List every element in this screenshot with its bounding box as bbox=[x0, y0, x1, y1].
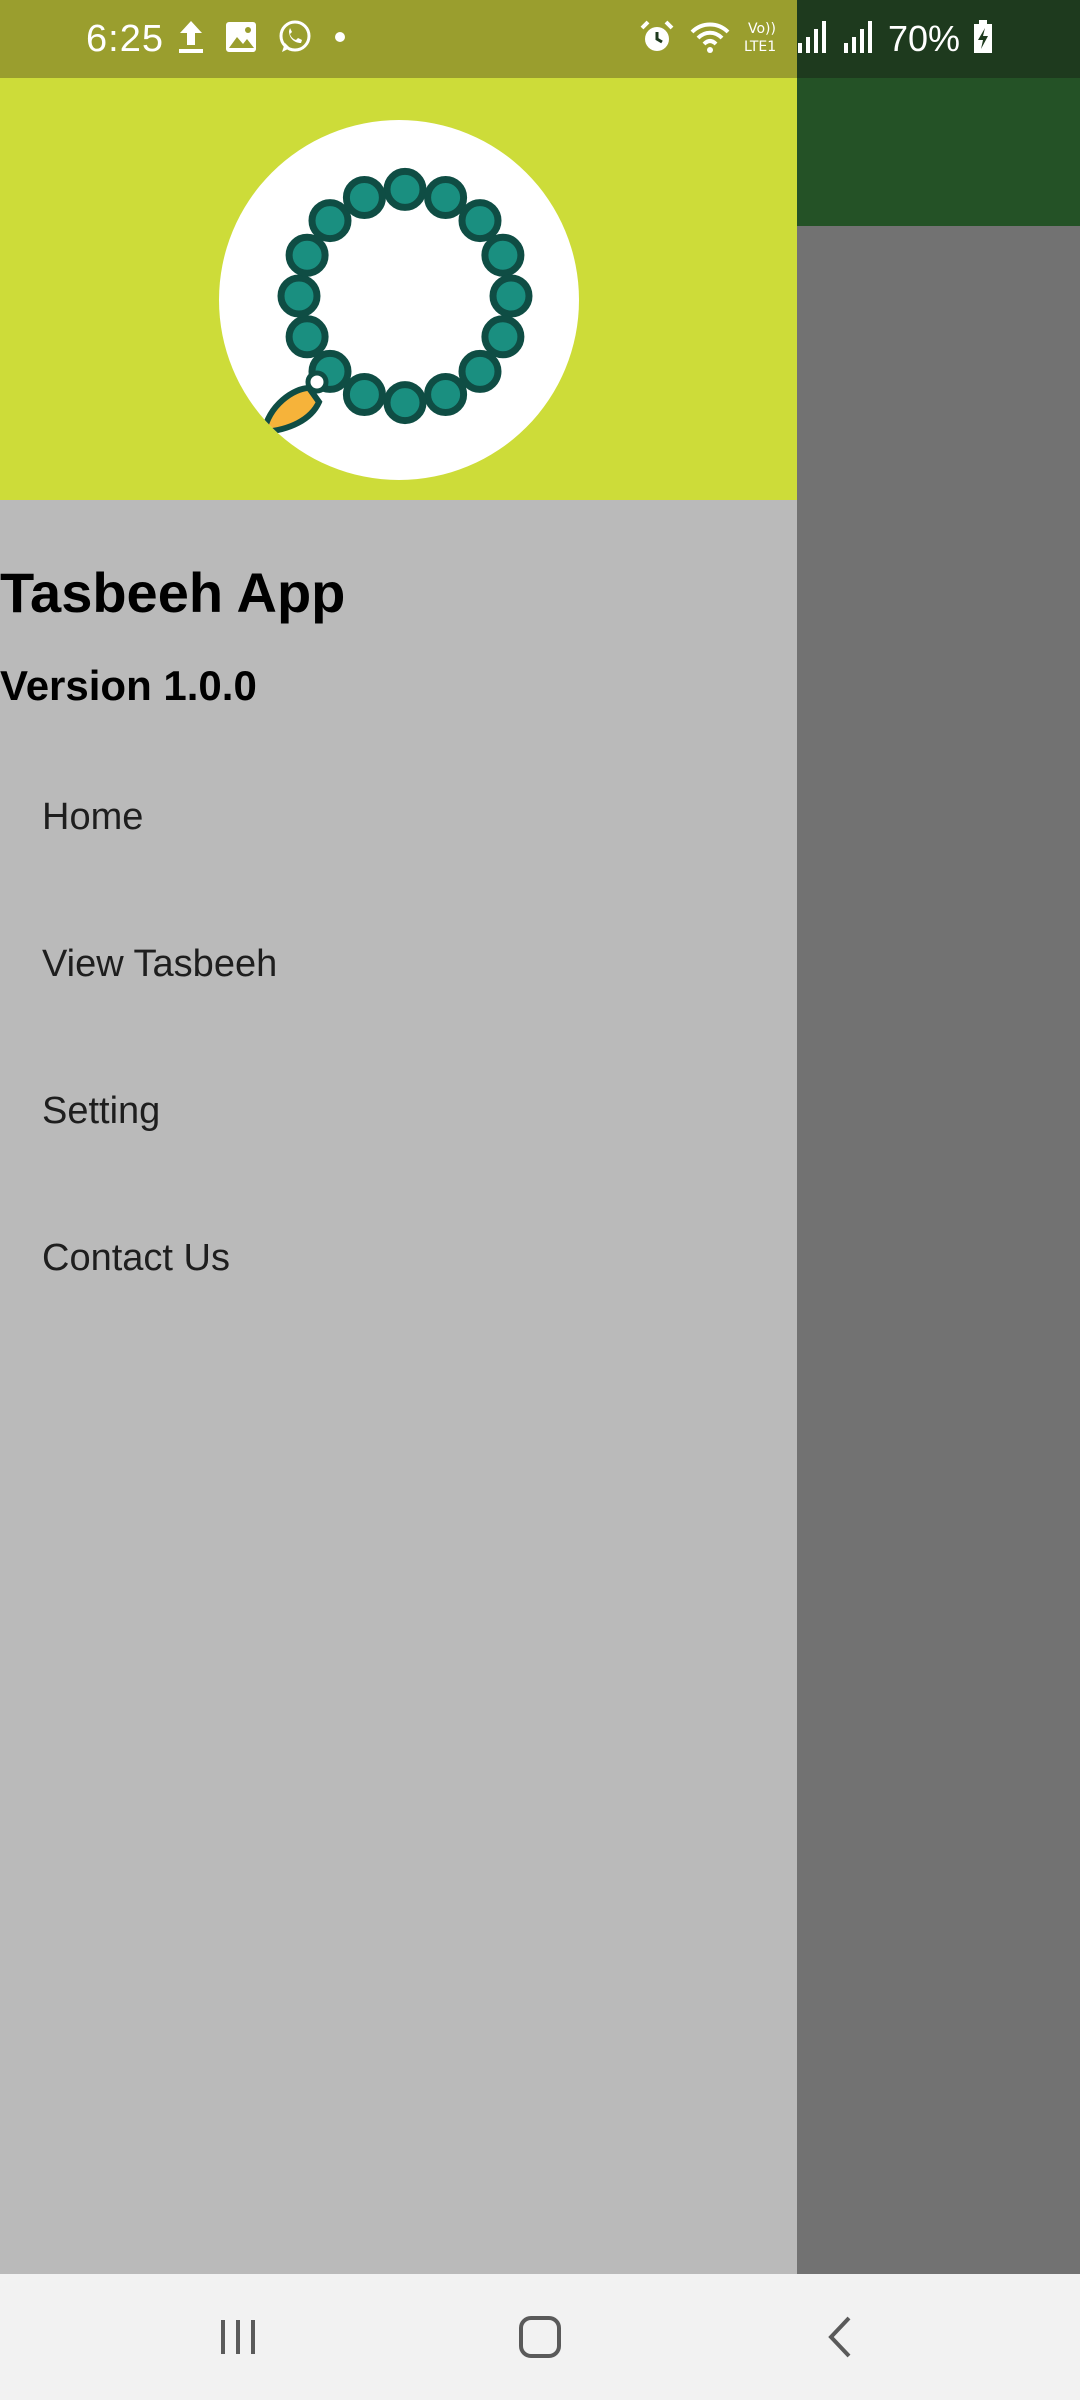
bead bbox=[481, 233, 525, 277]
home-icon bbox=[519, 2316, 561, 2358]
status-icons-left bbox=[176, 18, 348, 61]
bead bbox=[424, 176, 468, 219]
back-icon bbox=[828, 2316, 851, 2358]
drawer-item-view-tasbeeh[interactable]: View Tasbeeh bbox=[0, 905, 797, 1052]
bead bbox=[424, 373, 468, 416]
signal-icon bbox=[842, 19, 876, 60]
back-button[interactable] bbox=[807, 2302, 877, 2372]
gallery-icon bbox=[224, 20, 258, 59]
bead bbox=[458, 199, 502, 243]
status-bar: 6:25 Vo)) LTE1 70% bbox=[0, 0, 1080, 78]
alarm-icon bbox=[638, 18, 676, 61]
whatsapp-icon bbox=[276, 18, 314, 61]
battery-charging-icon bbox=[972, 19, 994, 60]
bead bbox=[277, 274, 321, 318]
bead bbox=[285, 315, 329, 359]
drawer-item-contact-us[interactable]: Contact Us bbox=[0, 1199, 797, 1346]
drawer-item-label: Contact Us bbox=[42, 1237, 230, 1279]
drawer-scrim[interactable] bbox=[797, 226, 1080, 2274]
drawer-item-label: Setting bbox=[42, 1090, 161, 1132]
signal-icon bbox=[796, 19, 830, 60]
tasbeeh-beads-icon bbox=[260, 167, 533, 436]
bead bbox=[383, 381, 427, 425]
status-time: 6:25 bbox=[86, 18, 164, 60]
svg-text:Vo)): Vo)) bbox=[748, 21, 776, 37]
battery-percent: 70% bbox=[887, 18, 960, 59]
app-title: Tasbeeh App bbox=[0, 561, 346, 624]
navigation-drawer: Tasbeeh App Version 1.0.0 Home View Tasb… bbox=[0, 78, 797, 2274]
drawer-header bbox=[0, 78, 797, 500]
upload-icon bbox=[176, 18, 206, 61]
bead bbox=[285, 233, 329, 277]
drawer-item-label: Home bbox=[42, 796, 144, 838]
bead bbox=[383, 167, 427, 211]
drawer-menu: Home View Tasbeeh Setting Contact Us bbox=[0, 758, 797, 1346]
bead bbox=[458, 349, 502, 393]
bead bbox=[481, 315, 525, 359]
screen: 6:25 Vo)) LTE1 70% Tasbeeh App Version 1… bbox=[0, 0, 1080, 2400]
drawer-item-setting[interactable]: Setting bbox=[0, 1052, 797, 1199]
app-version: Version 1.0.0 bbox=[0, 662, 257, 709]
bead bbox=[342, 373, 386, 416]
home-button[interactable] bbox=[505, 2302, 575, 2372]
wifi-icon bbox=[688, 18, 732, 61]
dot-icon bbox=[332, 29, 348, 50]
bead bbox=[489, 274, 533, 318]
tassel bbox=[260, 384, 323, 436]
status-icons-right: Vo)) LTE1 70% bbox=[638, 14, 994, 64]
system-nav-bar bbox=[0, 2274, 1080, 2400]
avatar bbox=[219, 120, 579, 480]
svg-text:LTE1: LTE1 bbox=[744, 39, 776, 55]
volte-icon: Vo)) LTE1 bbox=[744, 17, 784, 62]
recent-apps-icon bbox=[221, 2320, 255, 2354]
drawer-item-label: View Tasbeeh bbox=[42, 943, 278, 985]
bead bbox=[342, 176, 386, 219]
recent-apps-button[interactable] bbox=[203, 2302, 273, 2372]
bead bbox=[308, 199, 352, 243]
drawer-item-home[interactable]: Home bbox=[0, 758, 797, 905]
